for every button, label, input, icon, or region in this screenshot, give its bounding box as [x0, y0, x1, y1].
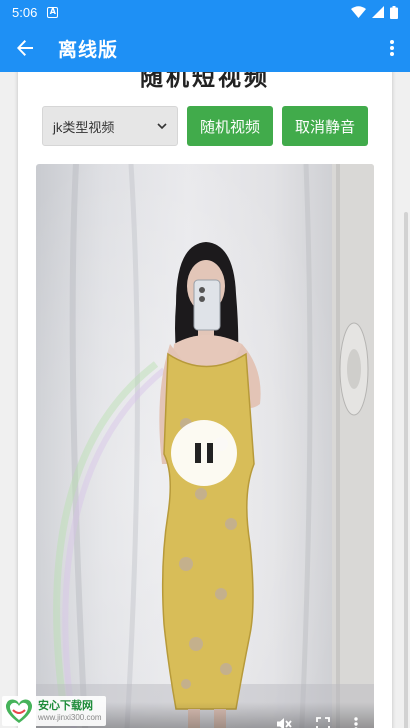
more-vert-icon [390, 40, 394, 56]
notification-icon: A [47, 6, 59, 18]
category-select[interactable]: jk类型视频 [42, 106, 178, 146]
unmute-button[interactable]: 取消静音 [282, 106, 368, 146]
chevron-down-icon [157, 122, 167, 129]
heart-logo-icon [5, 699, 33, 723]
status-bar: 5:06 A [0, 0, 410, 24]
card-heading: 随机短视频 [140, 72, 270, 90]
watermark-url: www.jinxi300.com [38, 712, 102, 722]
overflow-menu-button[interactable] [374, 24, 410, 72]
video-more-vert-icon[interactable] [354, 717, 358, 728]
volume-off-icon[interactable] [276, 716, 292, 728]
watermark-title: 安心下载网 [38, 699, 93, 712]
pause-icon [195, 443, 201, 463]
status-icons [351, 5, 398, 19]
watermark-badge: 安心下载网 www.jinxi300.com [2, 696, 106, 726]
page-scrollbar[interactable] [404, 212, 408, 728]
status-time: 5:06 [12, 4, 38, 20]
signal-icon [372, 6, 384, 18]
content-scroll-area[interactable]: 随机短视频 jk类型视频 随机视频 取消静音 [0, 72, 410, 728]
app-bar: 离线版 [0, 24, 410, 72]
wifi-icon [351, 6, 366, 18]
watermark-text: 安心下载网 www.jinxi300.com [38, 700, 102, 723]
pause-button[interactable] [171, 420, 237, 486]
fullscreen-icon[interactable] [316, 717, 330, 728]
video-player[interactable]: 2 [36, 164, 374, 728]
random-video-button[interactable]: 随机视频 [187, 106, 273, 146]
video-card: 随机短视频 jk类型视频 随机视频 取消静音 [18, 72, 392, 728]
controls-row: jk类型视频 随机视频 取消静音 [42, 106, 368, 146]
category-select-value: jk类型视频 [53, 119, 115, 135]
back-button[interactable] [0, 24, 50, 72]
arrow-back-icon [17, 40, 33, 56]
page-title: 离线版 [58, 38, 119, 61]
pause-icon-bar [207, 443, 213, 463]
battery-icon [390, 5, 398, 19]
